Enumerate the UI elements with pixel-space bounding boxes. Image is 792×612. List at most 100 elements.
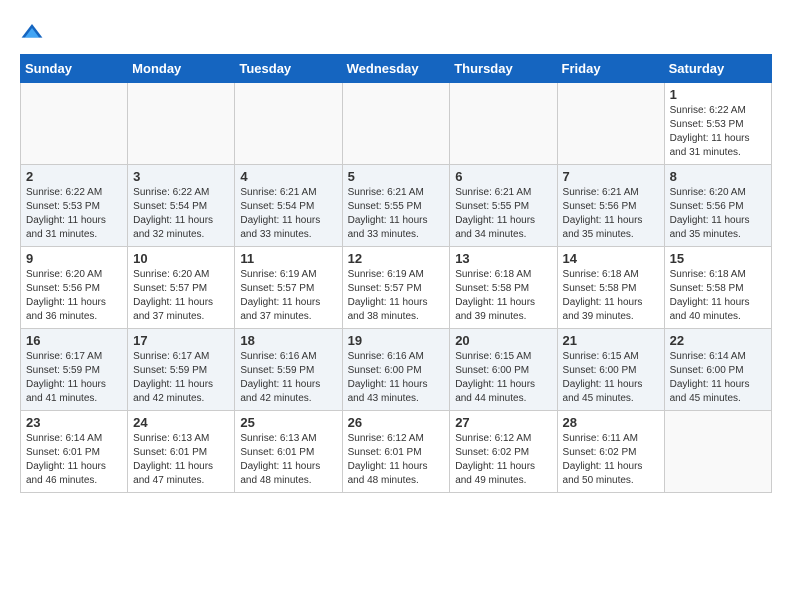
day-info: Sunrise: 6:22 AM Sunset: 5:54 PM Dayligh… — [133, 186, 229, 242]
calendar-cell: 28 Sunrise: 6:11 AM Sunset: 6:02 PM Dayli… — [557, 411, 664, 493]
day-number: 23 — [26, 415, 122, 430]
day-info: Sunrise: 6:18 AM Sunset: 5:58 PM Dayligh… — [563, 268, 659, 324]
day-number: 19 — [348, 333, 445, 348]
calendar-cell: 9 Sunrise: 6:20 AM Sunset: 5:56 PM Daylig… — [21, 247, 128, 329]
weekday-header: Sunday — [21, 55, 128, 83]
calendar-cell: 7 Sunrise: 6:21 AM Sunset: 5:56 PM Daylig… — [557, 165, 664, 247]
day-info: Sunrise: 6:13 AM Sunset: 6:01 PM Dayligh… — [240, 432, 336, 488]
calendar-cell: 8 Sunrise: 6:20 AM Sunset: 5:56 PM Daylig… — [664, 165, 771, 247]
day-info: Sunrise: 6:21 AM Sunset: 5:54 PM Dayligh… — [240, 186, 336, 242]
day-number: 27 — [455, 415, 551, 430]
day-number: 6 — [455, 169, 551, 184]
day-info: Sunrise: 6:21 AM Sunset: 5:56 PM Dayligh… — [563, 186, 659, 242]
day-info: Sunrise: 6:20 AM Sunset: 5:56 PM Dayligh… — [670, 186, 766, 242]
calendar-cell — [21, 83, 128, 165]
calendar-header-row: SundayMondayTuesdayWednesdayThursdayFrid… — [21, 55, 772, 83]
calendar-cell — [664, 411, 771, 493]
calendar-week-row: 23 Sunrise: 6:14 AM Sunset: 6:01 PM Dayli… — [21, 411, 772, 493]
day-number: 13 — [455, 251, 551, 266]
day-info: Sunrise: 6:12 AM Sunset: 6:01 PM Dayligh… — [348, 432, 445, 488]
day-info: Sunrise: 6:20 AM Sunset: 5:57 PM Dayligh… — [133, 268, 229, 324]
calendar-cell: 12 Sunrise: 6:19 AM Sunset: 5:57 PM Dayli… — [342, 247, 450, 329]
day-info: Sunrise: 6:12 AM Sunset: 6:02 PM Dayligh… — [455, 432, 551, 488]
weekday-header: Wednesday — [342, 55, 450, 83]
weekday-header: Saturday — [664, 55, 771, 83]
calendar-cell: 2Sunrise: 6:22 AM Sunset: 5:53 PM Daylig… — [21, 165, 128, 247]
weekday-header: Friday — [557, 55, 664, 83]
page-header — [20, 20, 772, 44]
calendar-cell: 26 Sunrise: 6:12 AM Sunset: 6:01 PM Dayli… — [342, 411, 450, 493]
day-info: Sunrise: 6:18 AM Sunset: 5:58 PM Dayligh… — [455, 268, 551, 324]
day-number: 1 — [670, 87, 766, 102]
day-number: 3 — [133, 169, 229, 184]
calendar-cell: 13 Sunrise: 6:18 AM Sunset: 5:58 PM Dayli… — [450, 247, 557, 329]
weekday-header: Thursday — [450, 55, 557, 83]
day-number: 11 — [240, 251, 336, 266]
weekday-header: Monday — [128, 55, 235, 83]
calendar-cell: 15Sunrise: 6:18 AM Sunset: 5:58 PM Dayli… — [664, 247, 771, 329]
calendar-cell: 21Sunrise: 6:15 AM Sunset: 6:00 PM Dayli… — [557, 329, 664, 411]
day-number: 5 — [348, 169, 445, 184]
day-info: Sunrise: 6:14 AM Sunset: 6:00 PM Dayligh… — [670, 350, 766, 406]
day-info: Sunrise: 6:13 AM Sunset: 6:01 PM Dayligh… — [133, 432, 229, 488]
calendar-week-row: 9 Sunrise: 6:20 AM Sunset: 5:56 PM Daylig… — [21, 247, 772, 329]
day-number: 7 — [563, 169, 659, 184]
day-number: 4 — [240, 169, 336, 184]
calendar-table: SundayMondayTuesdayWednesdayThursdayFrid… — [20, 54, 772, 493]
day-number: 18 — [240, 333, 336, 348]
calendar-cell: 3 Sunrise: 6:22 AM Sunset: 5:54 PM Daylig… — [128, 165, 235, 247]
day-info: Sunrise: 6:17 AM Sunset: 5:59 PM Dayligh… — [133, 350, 229, 406]
calendar-cell: 22 Sunrise: 6:14 AM Sunset: 6:00 PM Dayli… — [664, 329, 771, 411]
calendar-cell: 6 Sunrise: 6:21 AM Sunset: 5:55 PM Daylig… — [450, 165, 557, 247]
day-number: 21 — [563, 333, 659, 348]
day-number: 28 — [563, 415, 659, 430]
calendar-week-row: 1 Sunrise: 6:22 AM Sunset: 5:53 PM Daylig… — [21, 83, 772, 165]
day-number: 2 — [26, 169, 122, 184]
calendar-cell: 17 Sunrise: 6:17 AM Sunset: 5:59 PM Dayli… — [128, 329, 235, 411]
calendar-week-row: 16Sunrise: 6:17 AM Sunset: 5:59 PM Dayli… — [21, 329, 772, 411]
day-info: Sunrise: 6:15 AM Sunset: 6:00 PM Dayligh… — [455, 350, 551, 406]
calendar-cell — [128, 83, 235, 165]
day-info: Sunrise: 6:14 AM Sunset: 6:01 PM Dayligh… — [26, 432, 122, 488]
calendar-cell: 1 Sunrise: 6:22 AM Sunset: 5:53 PM Daylig… — [664, 83, 771, 165]
day-info: Sunrise: 6:17 AM Sunset: 5:59 PM Dayligh… — [26, 350, 122, 406]
day-info: Sunrise: 6:20 AM Sunset: 5:56 PM Dayligh… — [26, 268, 122, 324]
day-number: 24 — [133, 415, 229, 430]
day-number: 9 — [26, 251, 122, 266]
calendar-cell: 19Sunrise: 6:16 AM Sunset: 6:00 PM Dayli… — [342, 329, 450, 411]
day-number: 25 — [240, 415, 336, 430]
day-info: Sunrise: 6:16 AM Sunset: 5:59 PM Dayligh… — [240, 350, 336, 406]
calendar-cell: 10 Sunrise: 6:20 AM Sunset: 5:57 PM Dayli… — [128, 247, 235, 329]
calendar-cell: 4 Sunrise: 6:21 AM Sunset: 5:54 PM Daylig… — [235, 165, 342, 247]
calendar-cell: 23 Sunrise: 6:14 AM Sunset: 6:01 PM Dayli… — [21, 411, 128, 493]
calendar-cell: 5 Sunrise: 6:21 AM Sunset: 5:55 PM Daylig… — [342, 165, 450, 247]
calendar-cell: 16Sunrise: 6:17 AM Sunset: 5:59 PM Dayli… — [21, 329, 128, 411]
calendar-cell — [342, 83, 450, 165]
day-info: Sunrise: 6:22 AM Sunset: 5:53 PM Dayligh… — [670, 104, 766, 160]
day-number: 12 — [348, 251, 445, 266]
calendar-cell: 14 Sunrise: 6:18 AM Sunset: 5:58 PM Dayli… — [557, 247, 664, 329]
day-info: Sunrise: 6:19 AM Sunset: 5:57 PM Dayligh… — [348, 268, 445, 324]
day-number: 14 — [563, 251, 659, 266]
logo-icon — [20, 20, 44, 44]
calendar-cell: 24 Sunrise: 6:13 AM Sunset: 6:01 PM Dayli… — [128, 411, 235, 493]
day-number: 10 — [133, 251, 229, 266]
day-info: Sunrise: 6:19 AM Sunset: 5:57 PM Dayligh… — [240, 268, 336, 324]
day-number: 20 — [455, 333, 551, 348]
day-info: Sunrise: 6:18 AM Sunset: 5:58 PM Dayligh… — [670, 268, 766, 324]
calendar-cell — [450, 83, 557, 165]
calendar-cell: 20 Sunrise: 6:15 AM Sunset: 6:00 PM Dayli… — [450, 329, 557, 411]
calendar-cell — [235, 83, 342, 165]
day-info: Sunrise: 6:21 AM Sunset: 5:55 PM Dayligh… — [348, 186, 445, 242]
calendar-cell: 18 Sunrise: 6:16 AM Sunset: 5:59 PM Dayli… — [235, 329, 342, 411]
calendar-cell: 11 Sunrise: 6:19 AM Sunset: 5:57 PM Dayli… — [235, 247, 342, 329]
calendar-cell: 25 Sunrise: 6:13 AM Sunset: 6:01 PM Dayli… — [235, 411, 342, 493]
calendar-cell — [557, 83, 664, 165]
day-number: 8 — [670, 169, 766, 184]
day-number: 26 — [348, 415, 445, 430]
day-info: Sunrise: 6:11 AM Sunset: 6:02 PM Dayligh… — [563, 432, 659, 488]
day-number: 22 — [670, 333, 766, 348]
day-info: Sunrise: 6:21 AM Sunset: 5:55 PM Dayligh… — [455, 186, 551, 242]
calendar-cell: 27 Sunrise: 6:12 AM Sunset: 6:02 PM Dayli… — [450, 411, 557, 493]
day-number: 17 — [133, 333, 229, 348]
